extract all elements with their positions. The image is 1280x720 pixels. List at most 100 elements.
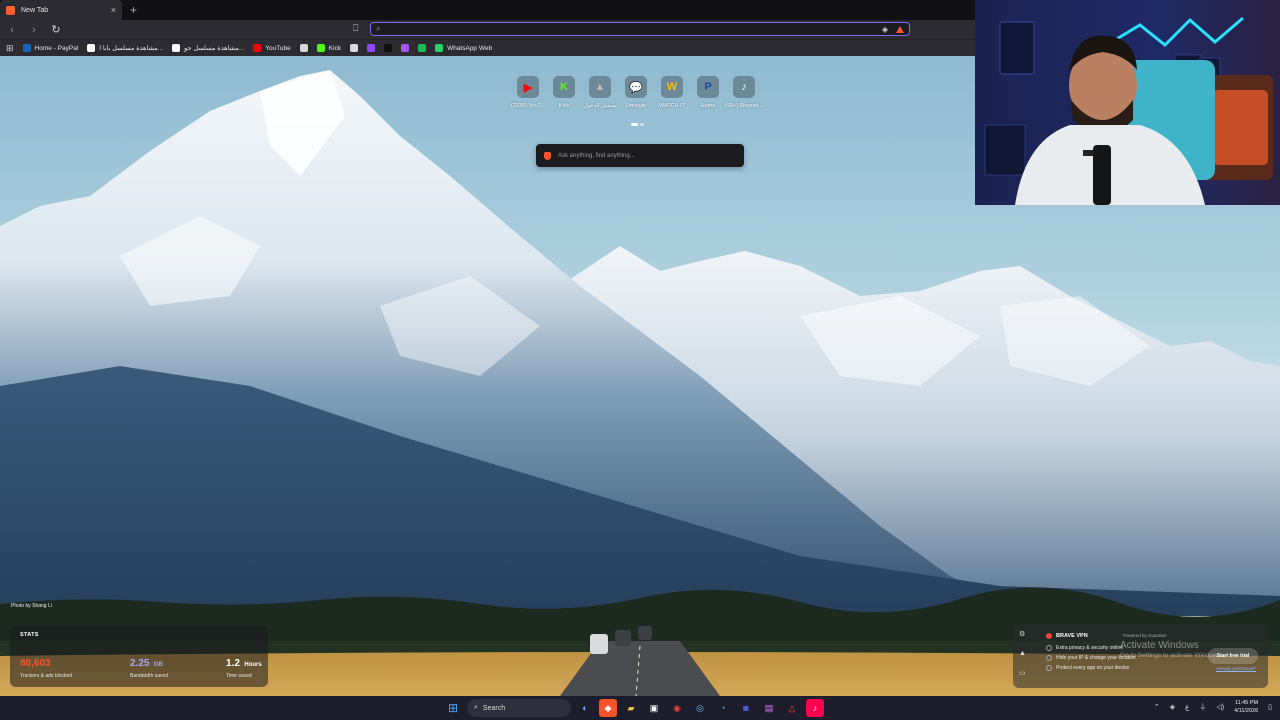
top-site-tile[interactable]: ♪ (99+) Sheesh... (725, 76, 763, 109)
adobe-icon[interactable]: △ (783, 699, 801, 717)
volume-icon[interactable]: ◁) (1216, 703, 1224, 711)
webcam-feed (975, 0, 1280, 205)
widget-side-icons: ⚙ ▲ ▭ (1019, 630, 1026, 677)
brave-icon (6, 5, 15, 15)
stats-widget: STATS 80,603 Trackers & ads blocked 2.25… (10, 625, 268, 687)
bookmark-favicon-icon (401, 44, 410, 52)
taskbar-apps: ⊞ ⌕ Search ◐ ◆ ▰ ▣ ◉ ◎ ◔ ◙ ▤ △ ♪ (444, 699, 824, 717)
close-tab-icon[interactable]: × (111, 5, 116, 15)
bookmark-favicon-icon (350, 44, 359, 52)
trackers-label: Trackers & ads blocked (20, 673, 73, 679)
bookmark-item[interactable] (401, 44, 410, 52)
bookmark-item[interactable] (418, 44, 427, 52)
top-site-label: Kick (558, 103, 570, 109)
language-indicator[interactable]: ع (1185, 703, 1189, 711)
top-site-tile[interactable]: ▶ (2238) YouT... (511, 76, 545, 109)
watermark-subtitle: Go to Settings to activate Windows. (1120, 652, 1223, 659)
bookmark-item[interactable]: مشاهدة مسلسل بابا ا... (87, 44, 163, 52)
clock[interactable]: 11:45 PM 4/11/2026 (1234, 699, 1258, 715)
vpn-powered-by: Powered by Guardian (1123, 633, 1167, 638)
ask-anything-box[interactable]: Ask anything, find anything... (536, 144, 744, 167)
bookmark-label: مشاهدة مسلسل بابا ا... (99, 45, 164, 52)
bookmark-item[interactable]: مشاهدة مسلسل جو... (172, 44, 244, 52)
time-stat: 1.2 Hours Time saved (226, 653, 262, 679)
brave-taskbar-icon[interactable]: ◆ (599, 699, 617, 717)
bookmark-item[interactable]: YouTube (253, 44, 291, 52)
settings-icon[interactable]: ⚙ (1019, 630, 1026, 638)
bandwidth-label: Bandwidth saved (130, 673, 169, 679)
bookmark-item[interactable] (384, 44, 393, 52)
trackers-stat: 80,603 Trackers & ads blocked (20, 653, 72, 679)
top-site-tile[interactable]: W WATCH IT (658, 76, 686, 109)
new-tab-button[interactable]: + (130, 4, 137, 16)
premiere-icon[interactable]: ▤ (760, 699, 778, 717)
top-site-tile[interactable]: ▲ تسجيل الدخول (583, 76, 617, 109)
taskbar-search-label: Search (482, 704, 506, 712)
top-site-tile[interactable]: P Home (694, 76, 722, 109)
bookmark-item[interactable]: WhatsApp Web (435, 44, 492, 52)
bookmark-item[interactable]: Home - PayPal (22, 44, 79, 52)
clock-time: 11:45 PM (1235, 700, 1259, 706)
vpn-logo-icon (1046, 633, 1052, 639)
paypal-icon: P (697, 76, 719, 98)
top-site-tile[interactable]: K Kick (550, 76, 578, 109)
bookmark-item[interactable]: Kick (316, 44, 342, 52)
bookmark-item[interactable] (367, 44, 376, 52)
bookmark-favicon-icon (299, 44, 308, 52)
bookmark-label: Kick (328, 44, 342, 52)
brave-shields-icon[interactable]: ◈ (882, 25, 888, 34)
system-tray: ⌃ ◈ ع ⏚ ◁) 11:45 PM 4/11/2026 ▯ (1154, 699, 1272, 715)
forward-button[interactable]: › (28, 24, 40, 36)
vpn-brand: BRAVE VPN (1046, 633, 1088, 639)
copilot-icon[interactable]: ◐ (576, 699, 594, 717)
photo-credit[interactable]: Photo by Shang Li (11, 603, 52, 609)
chevron-up-icon[interactable]: ⌃ (1154, 703, 1160, 711)
card-icon[interactable]: ▭ (1019, 669, 1026, 677)
watermark-title: Activate Windows (1120, 640, 1199, 651)
kick-icon: K (553, 76, 575, 98)
apps-grid-icon[interactable]: ⊞ (6, 43, 14, 54)
time-value: 1.2 (226, 658, 240, 669)
network-icon[interactable]: ◈ (1170, 703, 1175, 711)
bookmark-label: WhatsApp Web (447, 44, 493, 52)
webcam-overlay (975, 0, 1280, 205)
store-icon[interactable]: ▣ (645, 699, 663, 717)
screen: New Tab × + ‹ › ↻ ⎕ ⌕ ◈ ⊞ Home - PayPal م… (0, 0, 1280, 720)
vpn-title: BRAVE VPN (1056, 633, 1088, 639)
rewards-icon[interactable] (896, 25, 904, 33)
discord-icon[interactable]: ◙ (737, 699, 755, 717)
bookmark-favicon-icon (87, 44, 96, 52)
ask-placeholder: Ask anything, find anything... (558, 152, 635, 159)
top-sites-pager[interactable] (631, 123, 644, 126)
chrome-icon[interactable]: ◉ (668, 699, 686, 717)
taskbar-search[interactable]: ⌕ Search (467, 699, 571, 717)
tab-title: New Tab (21, 6, 49, 14)
notifications-icon[interactable]: ▯ (1268, 703, 1272, 711)
top-site-label: (99+) Sheesh... (725, 103, 763, 109)
vpn-feature: Protect every app on your device (1046, 665, 1136, 671)
edge-icon[interactable]: ◔ (714, 699, 732, 717)
address-input[interactable] (384, 24, 876, 34)
bookmark-label: Home - PayPal (34, 44, 79, 52)
microphone-icon[interactable]: ⏚ (1199, 702, 1206, 712)
bookmark-favicon-icon (22, 44, 31, 52)
bookmark-icon[interactable]: ⎕ (353, 23, 358, 34)
reload-button[interactable]: ↻ (50, 23, 62, 36)
tab-new-tab[interactable]: New Tab × (0, 0, 122, 20)
already-purchased-link[interactable]: Already purchased? (1216, 666, 1256, 671)
vpn-icon[interactable]: ▲ (1019, 650, 1026, 657)
start-icon[interactable]: ⊞ (444, 699, 462, 717)
steam-icon[interactable]: ◎ (691, 699, 709, 717)
back-button[interactable]: ‹ (6, 24, 18, 36)
bandwidth-stat: 2.25 GB Bandwidth saved (130, 653, 168, 679)
tiktok-taskbar-icon[interactable]: ♪ (806, 699, 824, 717)
bookmark-item[interactable] (350, 44, 359, 52)
tent-icon: ▲ (589, 76, 611, 98)
windows-taskbar: ⊞ ⌕ Search ◐ ◆ ▰ ▣ ◉ ◎ ◔ ◙ ▤ △ ♪ ⌃ ◈ ع ⏚… (0, 696, 1280, 720)
file-explorer-icon[interactable]: ▰ (622, 699, 640, 717)
top-site-tile[interactable]: 💬 Umingle (622, 76, 650, 109)
toolbar: ‹ › ↻ ⎕ ⌕ ◈ (0, 20, 975, 39)
bookmark-item[interactable] (299, 44, 308, 52)
address-bar[interactable]: ⌕ ◈ (370, 22, 910, 36)
bookmark-favicon-icon (367, 44, 376, 52)
